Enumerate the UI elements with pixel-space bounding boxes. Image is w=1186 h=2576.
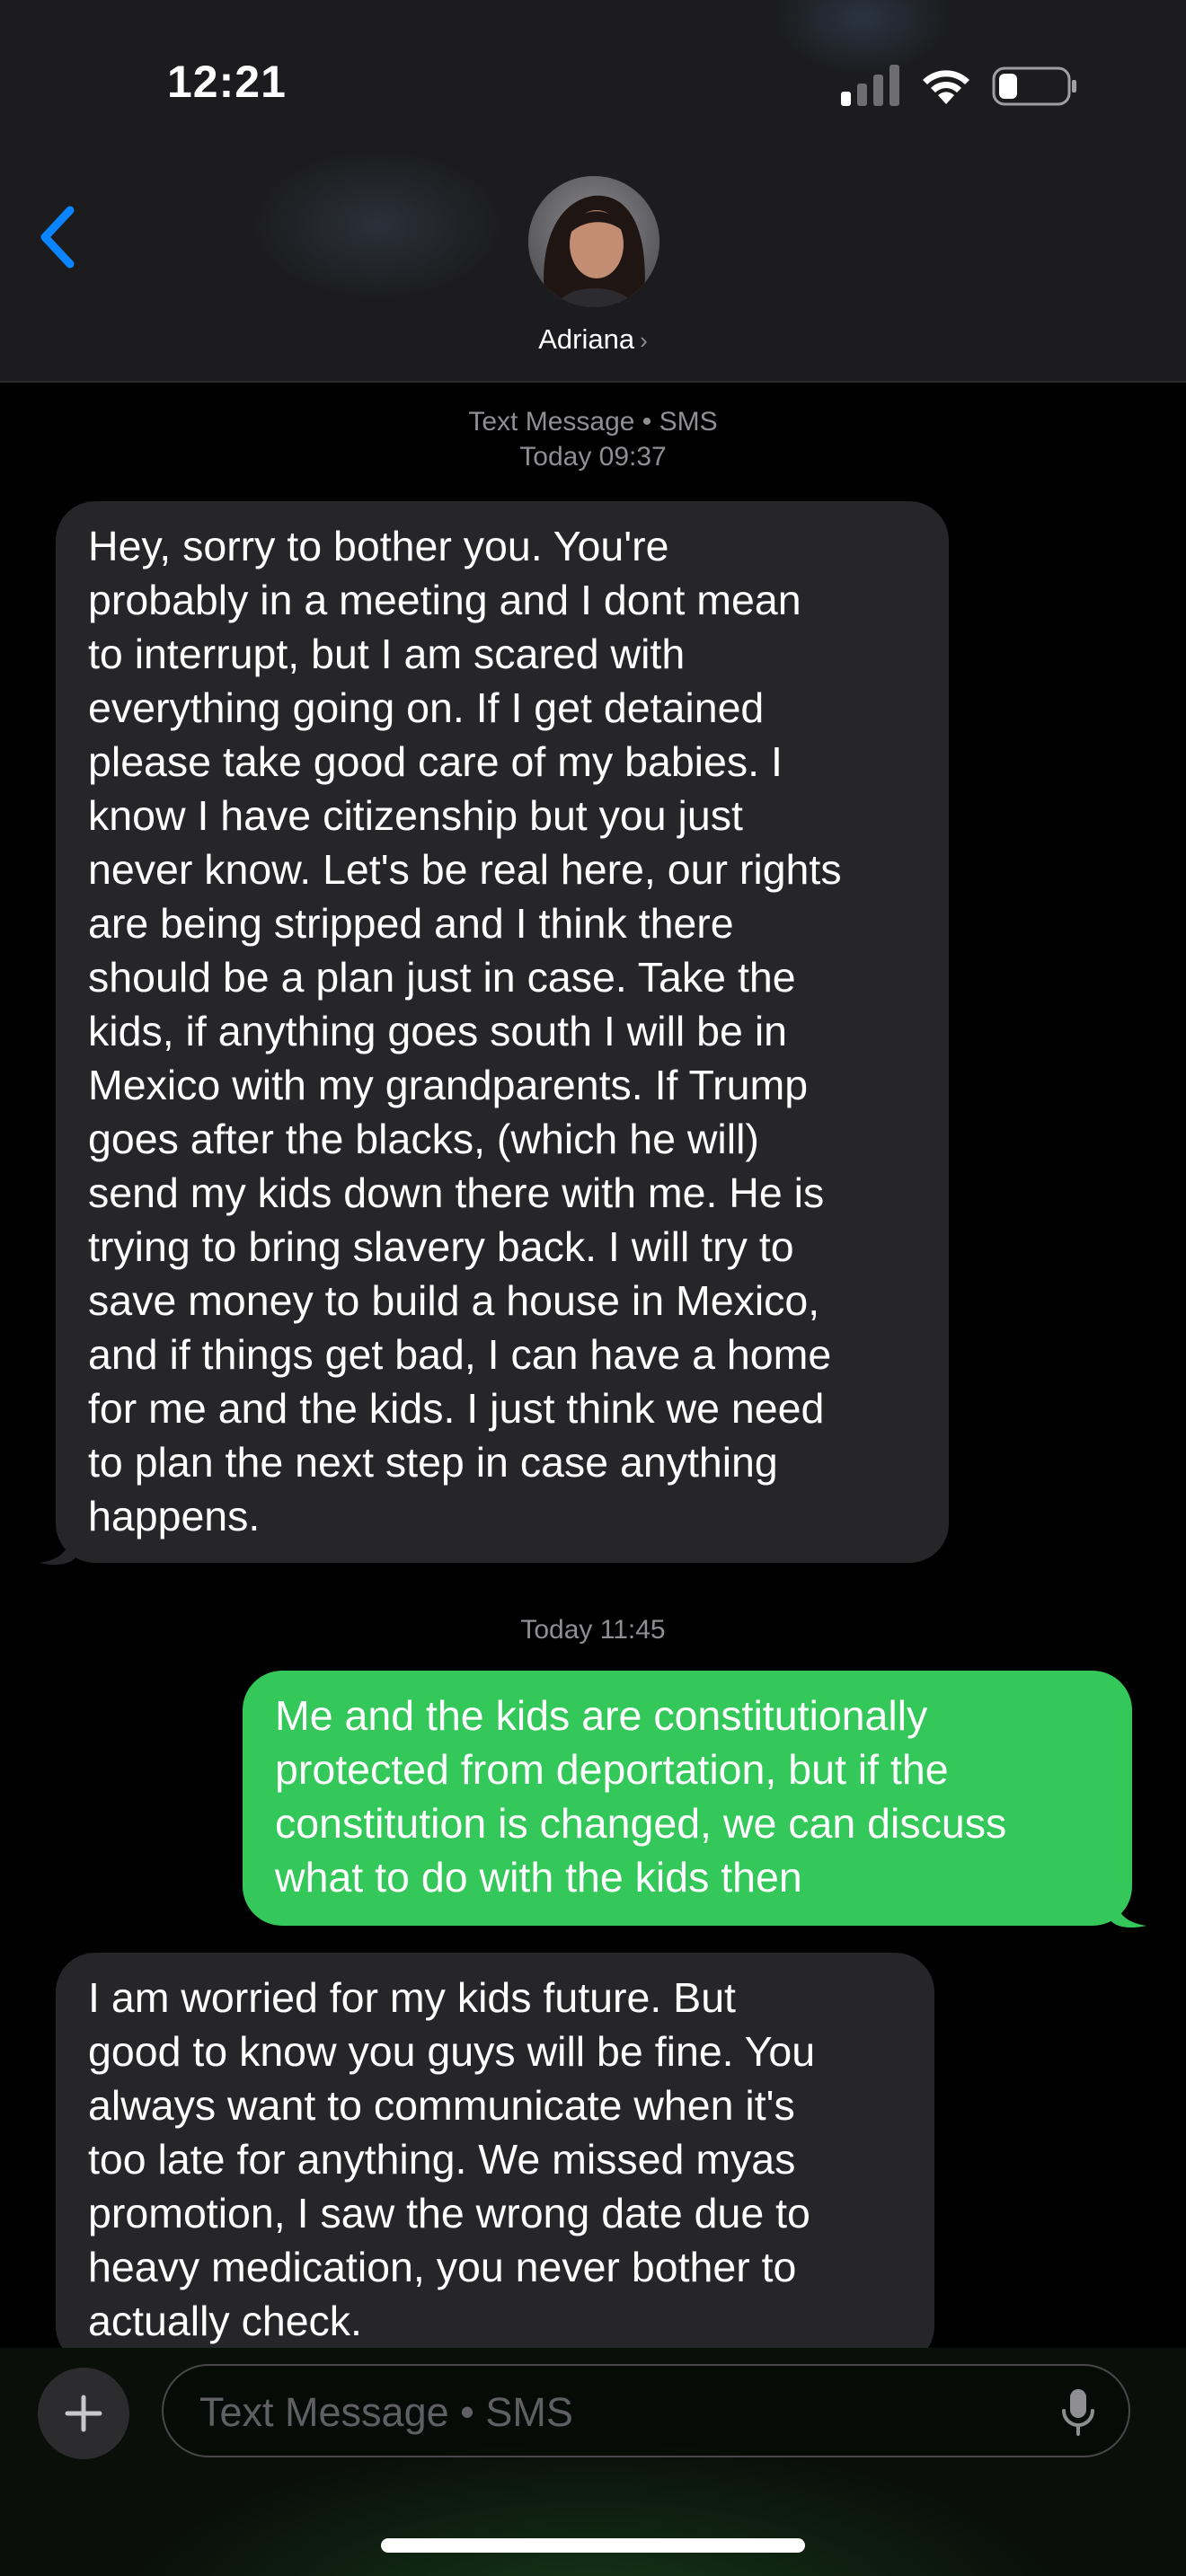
message-input-placeholder: Text Message • SMS [199, 2389, 573, 2435]
status-time: 12:21 [167, 57, 287, 107]
message-input[interactable]: Text Message • SMS [162, 2364, 1130, 2457]
thread-timestamp: Today 09:37 [519, 442, 667, 472]
battery-icon [992, 66, 1076, 106]
wifi-icon [923, 70, 969, 104]
thread-service-label: Text Message • SMS [468, 407, 718, 437]
back-chevron-icon[interactable] [36, 203, 83, 271]
messages-screen: 12:21 Adriana › Text Message • SMS Today… [0, 0, 1186, 2576]
bubble-tail [40, 1531, 75, 1565]
add-attachment-button[interactable] [38, 2368, 129, 2459]
home-indicator[interactable] [381, 2538, 805, 2553]
microphone-icon[interactable] [1060, 2387, 1096, 2438]
message-timestamp: Today 11:45 [520, 1615, 666, 1645]
contact-name: Adriana [538, 323, 635, 355]
conversation-header: 12:21 Adriana › [0, 0, 1186, 383]
contact-name-button[interactable]: Adriana › [0, 323, 1186, 356]
incoming-message-bubble[interactable]: I am worried for my kids future. But goo… [56, 1953, 934, 2366]
bubble-tail [1111, 1893, 1146, 1928]
cellular-signal-icon [841, 65, 899, 106]
incoming-message-bubble[interactable]: Hey, sorry to bother you. You're probabl… [56, 501, 949, 1563]
outgoing-message-bubble[interactable]: Me and the kids are constitutionally pro… [243, 1671, 1132, 1926]
contact-avatar[interactable] [528, 176, 659, 307]
plus-icon [65, 2395, 102, 2432]
chevron-right-icon: › [640, 327, 648, 354]
